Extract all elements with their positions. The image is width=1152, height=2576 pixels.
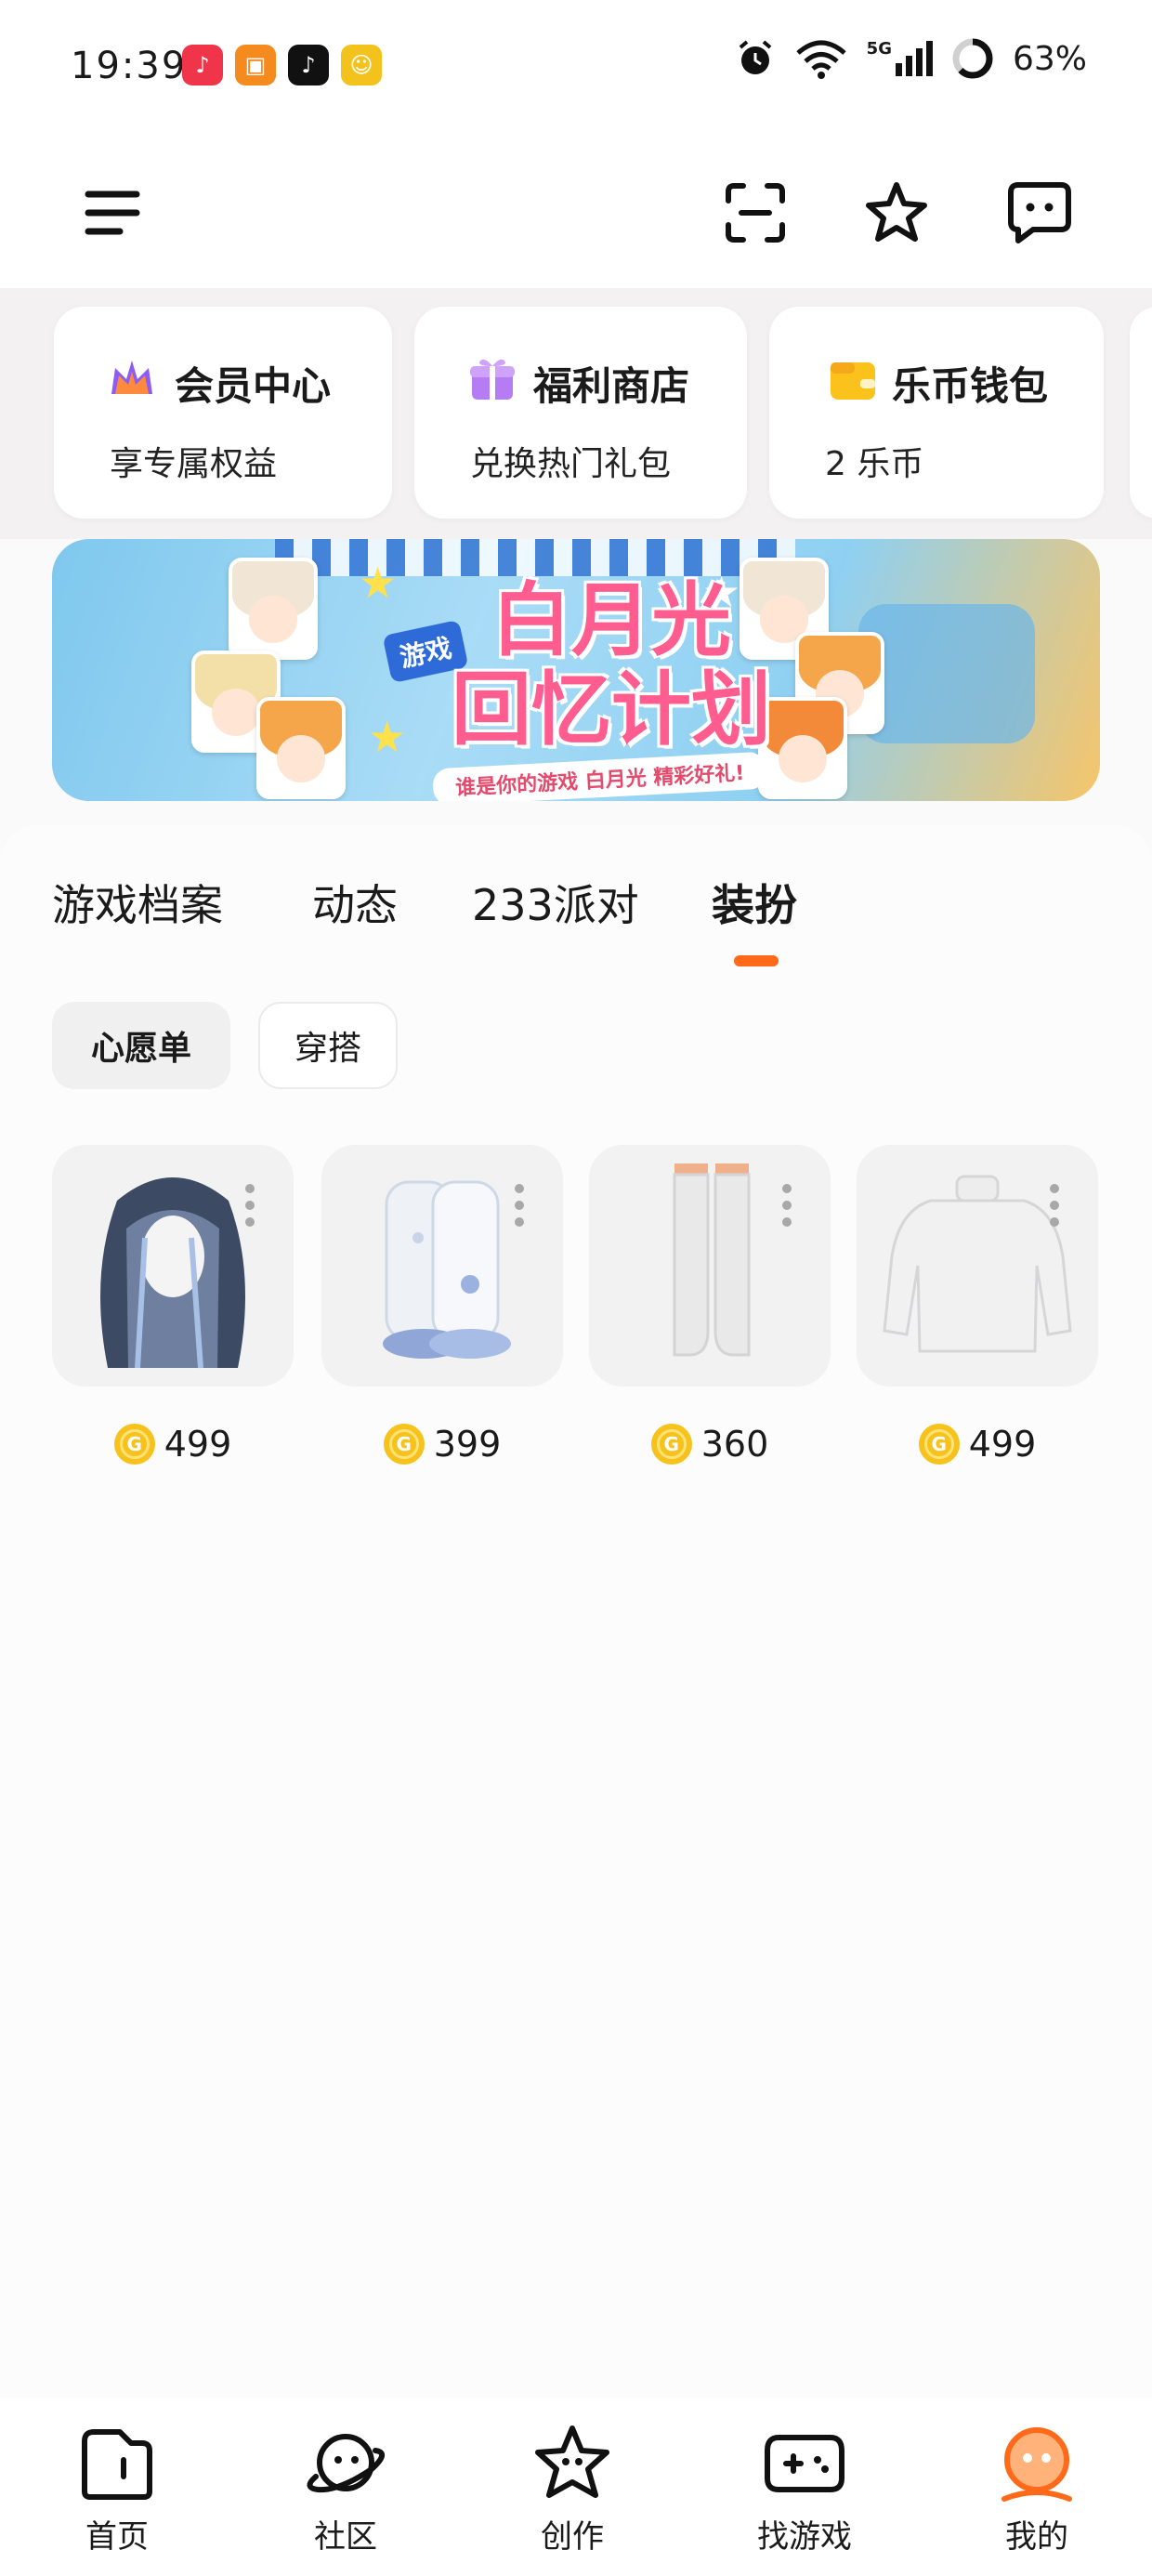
app-screen: 19:39 ♪ ▣ ♪ ☺ 5G 63% 会员中心 享专属权益 福利商店 兑换热…	[0, 0, 1152, 2576]
price-value: 360	[700, 1424, 769, 1465]
game-app-icon: ☺	[341, 45, 382, 85]
network-type: 5G	[866, 39, 892, 59]
banner-headline-line1: 白月光	[491, 574, 731, 667]
item-price: G 360	[589, 1424, 831, 1465]
top-header	[0, 139, 1152, 288]
notification-apps: ♪ ▣ ♪ ☺	[182, 45, 382, 85]
more-options-icon[interactable]	[515, 1184, 524, 1227]
game-console-decoration	[858, 604, 1035, 743]
planet-icon	[271, 2416, 420, 2509]
battery-percent: 63%	[1012, 39, 1087, 78]
status-time: 19:39	[71, 45, 188, 87]
chip-wishlist[interactable]: 心愿单	[52, 1002, 230, 1089]
tab-game-archive[interactable]: 游戏档案	[52, 872, 223, 933]
more-options-icon[interactable]	[1050, 1184, 1059, 1227]
card-subtitle: 2 乐币	[825, 445, 924, 483]
tab-feed[interactable]: 动态	[312, 872, 398, 933]
coin-icon: G	[383, 1424, 425, 1465]
nav-community[interactable]: 社区	[271, 2416, 420, 2556]
item-card-thigh-socks[interactable]: G 360	[589, 1145, 831, 1465]
chip-outfits[interactable]: 穿搭	[258, 1002, 398, 1089]
price-value: 499	[164, 1424, 232, 1465]
profile-avatar-icon	[962, 2416, 1111, 2509]
next-card-peek[interactable]	[1130, 307, 1152, 519]
nav-mine[interactable]: 我的	[962, 2416, 1111, 2556]
status-bar: 19:39 ♪ ▣ ♪ ☺ 5G 63%	[0, 0, 1152, 139]
quick-cards-row: 会员中心 享专属权益 福利商店 兑换热门礼包 乐币钱包 2 乐币	[0, 288, 1152, 539]
fluffy-boots-image	[383, 1180, 511, 1359]
card-title: 乐币钱包	[892, 363, 1049, 409]
status-right: 5G 63%	[735, 37, 1087, 80]
menu-icon[interactable]	[72, 173, 152, 253]
scan-icon[interactable]	[715, 173, 795, 253]
tiktok-app-icon: ♪	[288, 45, 329, 85]
banner-ribbon: 谁是你的游戏 白月光 精彩好礼!	[432, 751, 768, 801]
card-subtitle: 兑换热门礼包	[470, 445, 672, 483]
nav-label: 创作	[541, 2518, 604, 2556]
tab-party[interactable]: 233派对	[472, 872, 639, 933]
wifi-icon	[796, 40, 846, 79]
item-thumbnail	[52, 1145, 294, 1387]
vip-center-card[interactable]: 会员中心 享专属权益	[54, 307, 392, 519]
nav-find-games[interactable]: 找游戏	[730, 2416, 879, 2556]
music-app-icon: ♪	[182, 45, 223, 85]
promo-banner[interactable]: ★ ★ ★ 游戏 白月光 回忆计划 谁是你的游戏 白月光 精彩好礼!	[52, 539, 1100, 801]
item-card-fluffy-boots[interactable]: G 399	[321, 1145, 563, 1465]
gift-icon	[470, 359, 515, 400]
profile-content-panel: 游戏档案 动态 233派对 装扮 心愿单 穿搭 G 499 G 399 G 36…	[0, 825, 1152, 2405]
signal-icon: 5G	[867, 41, 933, 76]
message-icon[interactable]	[1000, 173, 1080, 253]
active-tab-indicator	[734, 955, 779, 966]
item-price: G 499	[857, 1424, 1098, 1465]
bottom-nav: 首页 社区 创作 找游戏 我的	[0, 2398, 1152, 2576]
item-thumbnail	[589, 1145, 831, 1387]
nav-label: 首页	[85, 2518, 149, 2556]
coin-wallet-card[interactable]: 乐币钱包 2 乐币	[769, 307, 1104, 519]
item-card-long-hair[interactable]: G 499	[52, 1145, 294, 1465]
long-hair-image	[100, 1177, 245, 1369]
nav-label: 我的	[1005, 2518, 1068, 2556]
wallet-icon	[831, 362, 875, 400]
alarm-icon	[739, 40, 771, 74]
price-value: 499	[968, 1424, 1037, 1465]
item-thumbnail	[321, 1145, 563, 1387]
character-chibi	[256, 697, 346, 799]
character-chibi	[229, 558, 318, 660]
star-icon[interactable]	[857, 173, 936, 253]
more-options-icon[interactable]	[782, 1184, 792, 1227]
banner-headline-line2: 回忆计划	[452, 664, 771, 756]
gamepad-icon	[730, 2416, 879, 2509]
white-sweater-image	[883, 1175, 1072, 1353]
crown-icon	[111, 361, 152, 394]
tab-dress-up[interactable]: 装扮	[712, 872, 797, 933]
character-chibi	[758, 697, 847, 799]
thigh-socks-image	[673, 1163, 751, 1357]
nav-create[interactable]: 创作	[498, 2416, 647, 2556]
nav-label: 找游戏	[757, 2518, 852, 2556]
card-title: 福利商店	[533, 363, 690, 409]
star-decoration: ★	[359, 558, 398, 608]
shopping-app-icon: ▣	[235, 45, 276, 85]
coin-icon: G	[918, 1424, 960, 1465]
banner-headline: 白月光 回忆计划	[452, 576, 771, 755]
more-options-icon[interactable]	[245, 1184, 255, 1227]
card-title: 会员中心	[175, 363, 332, 409]
nav-label: 社区	[314, 2518, 377, 2556]
price-value: 399	[433, 1424, 502, 1465]
coin-icon: G	[113, 1424, 155, 1465]
item-price: G 499	[52, 1424, 294, 1465]
star-decoration: ★	[368, 712, 407, 762]
item-thumbnail	[857, 1145, 1098, 1387]
nav-home[interactable]: 首页	[43, 2416, 191, 2556]
card-subtitle: 享专属权益	[110, 445, 278, 483]
home-icon	[43, 2416, 191, 2509]
create-star-icon	[498, 2416, 647, 2509]
item-price: G 399	[321, 1424, 563, 1465]
item-card-white-sweater[interactable]: G 499	[857, 1145, 1098, 1465]
welfare-shop-card[interactable]: 福利商店 兑换热门礼包	[414, 307, 747, 519]
battery-ring-icon	[952, 38, 993, 79]
coin-icon: G	[650, 1424, 692, 1465]
